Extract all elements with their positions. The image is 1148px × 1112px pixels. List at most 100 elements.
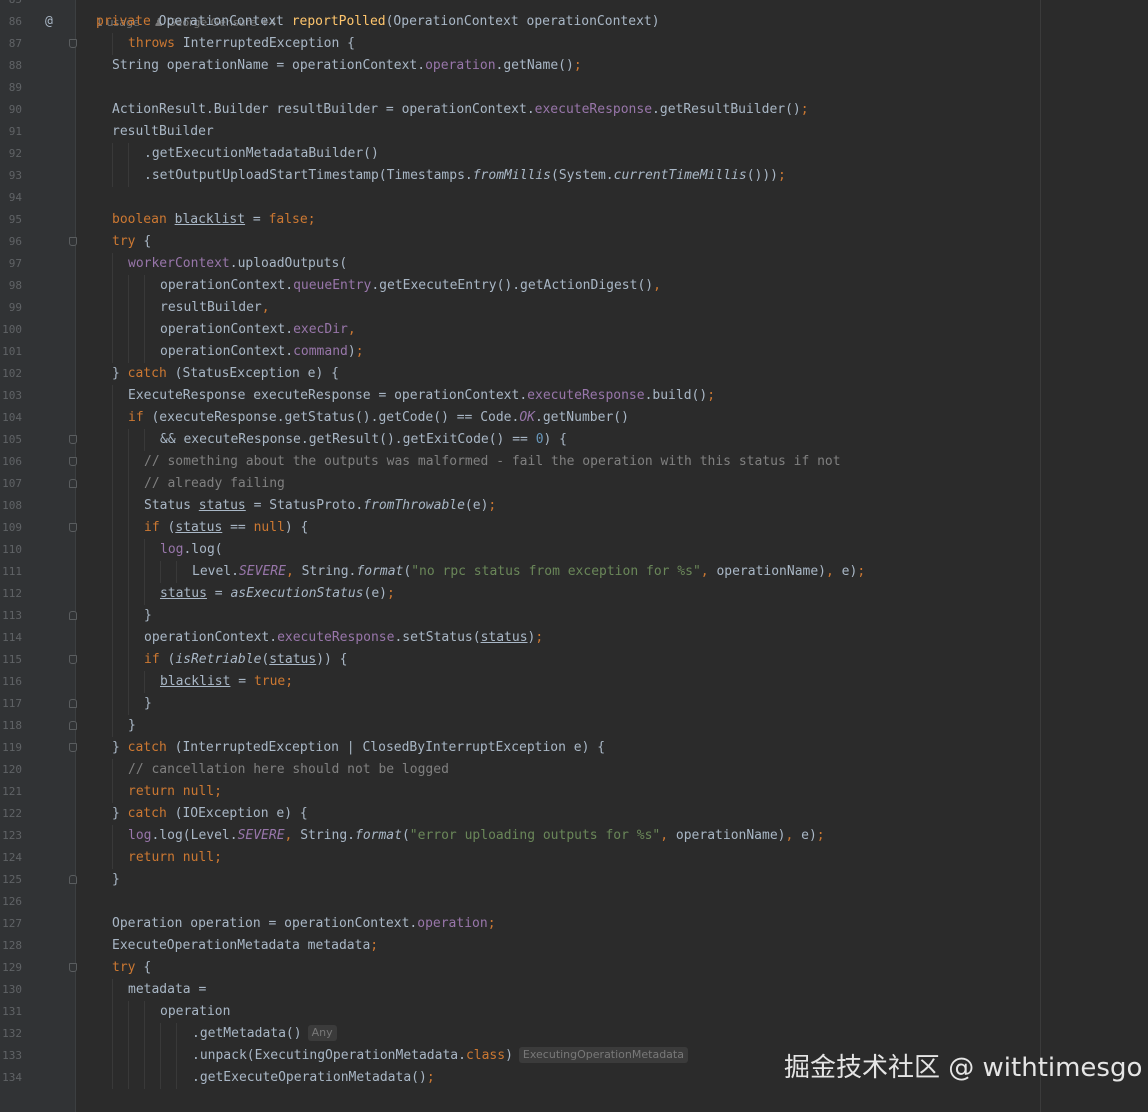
line-number[interactable]: 85 xyxy=(0,0,22,11)
line-number[interactable]: 109 xyxy=(0,517,22,539)
code-text[interactable]: operationContext.command); xyxy=(160,341,364,363)
line-number[interactable]: 120 xyxy=(0,759,22,781)
code-text[interactable]: && executeResponse.getResult().getExitCo… xyxy=(160,429,567,451)
code-text[interactable]: operationContext.executeResponse.setStat… xyxy=(144,627,543,649)
code-text[interactable]: if (executeResponse.getStatus().getCode(… xyxy=(128,407,629,429)
code-line[interactable]: 108 Status status = StatusProto.fromThrow… xyxy=(0,495,1148,517)
line-number[interactable]: 121 xyxy=(0,781,22,803)
code-editor[interactable]: 1 usage♟ George Gensure +4 8586@private … xyxy=(0,0,1148,1112)
code-line[interactable]: 119} catch (InterruptedException | Close… xyxy=(0,737,1148,759)
code-line[interactable]: 99 resultBuilder, xyxy=(0,297,1148,319)
code-text[interactable]: } xyxy=(128,715,136,737)
code-line[interactable]: 96 try { xyxy=(0,231,1148,253)
code-line[interactable]: 102} catch (StatusException e) { xyxy=(0,363,1148,385)
code-line[interactable]: 90 ActionResult.Builder resultBuilder = o… xyxy=(0,99,1148,121)
line-number[interactable]: 108 xyxy=(0,495,22,517)
code-text[interactable]: } xyxy=(144,693,152,715)
code-text[interactable]: String operationName = operationContext.… xyxy=(112,55,582,77)
code-text[interactable]: if (isRetriable(status)) { xyxy=(144,649,348,671)
fold-toggle-icon[interactable] xyxy=(69,875,77,884)
code-text[interactable]: .unpack(ExecutingOperationMetadata.class… xyxy=(192,1045,688,1067)
fold-toggle-icon[interactable] xyxy=(69,523,77,532)
override-marker-icon[interactable]: @ xyxy=(45,11,53,33)
code-line[interactable]: 127 Operation operation = operationContex… xyxy=(0,913,1148,935)
line-number[interactable]: 133 xyxy=(0,1045,22,1067)
code-text[interactable]: try { xyxy=(112,957,151,979)
fold-toggle-icon[interactable] xyxy=(69,743,77,752)
fold-toggle-icon[interactable] xyxy=(69,457,77,466)
line-number[interactable]: 128 xyxy=(0,935,22,957)
code-line[interactable]: 121 return null; xyxy=(0,781,1148,803)
code-line[interactable]: 115 if (isRetriable(status)) { xyxy=(0,649,1148,671)
code-text[interactable]: throws InterruptedException { xyxy=(128,33,355,55)
code-line[interactable]: 132 .getMetadata() Any xyxy=(0,1023,1148,1045)
line-number[interactable]: 96 xyxy=(0,231,22,253)
code-line[interactable]: 114 operationContext.executeResponse.setS… xyxy=(0,627,1148,649)
code-line[interactable]: 100 operationContext.execDir, xyxy=(0,319,1148,341)
line-number[interactable]: 115 xyxy=(0,649,22,671)
code-text[interactable]: blacklist = true; xyxy=(160,671,293,693)
fold-toggle-icon[interactable] xyxy=(69,39,77,48)
code-line[interactable]: 88 String operationName = operationContex… xyxy=(0,55,1148,77)
line-number[interactable]: 97 xyxy=(0,253,22,275)
line-number[interactable]: 98 xyxy=(0,275,22,297)
code-line[interactable]: 122} catch (IOException e) { xyxy=(0,803,1148,825)
line-number[interactable]: 106 xyxy=(0,451,22,473)
code-line[interactable]: 113} xyxy=(0,605,1148,627)
code-line[interactable]: 118} xyxy=(0,715,1148,737)
code-line[interactable]: 109 if (status == null) { xyxy=(0,517,1148,539)
fold-toggle-icon[interactable] xyxy=(69,237,77,246)
line-number[interactable]: 131 xyxy=(0,1001,22,1023)
code-text[interactable]: if (status == null) { xyxy=(144,517,308,539)
code-text[interactable]: log.log(Level.SEVERE, String.format("err… xyxy=(128,825,825,847)
fold-toggle-icon[interactable] xyxy=(69,435,77,444)
line-number[interactable]: 94 xyxy=(0,187,22,209)
code-line[interactable]: 107 // already failing xyxy=(0,473,1148,495)
line-number[interactable]: 132 xyxy=(0,1023,22,1045)
code-text[interactable]: .getExecuteOperationMetadata(); xyxy=(192,1067,435,1089)
code-line[interactable]: 125} xyxy=(0,869,1148,891)
line-number[interactable]: 110 xyxy=(0,539,22,561)
code-line[interactable]: 87 throws InterruptedException { xyxy=(0,33,1148,55)
code-line[interactable]: 130 metadata = xyxy=(0,979,1148,1001)
line-number[interactable]: 116 xyxy=(0,671,22,693)
code-line[interactable]: 95 boolean blacklist = false; xyxy=(0,209,1148,231)
line-number[interactable]: 86 xyxy=(0,11,22,33)
code-text[interactable]: } xyxy=(112,869,120,891)
code-text[interactable]: .setOutputUploadStartTimestamp(Timestamp… xyxy=(144,165,786,187)
line-number[interactable]: 111 xyxy=(0,561,22,583)
code-line[interactable]: 131 operation xyxy=(0,1001,1148,1023)
code-text[interactable]: resultBuilder xyxy=(112,121,214,143)
line-number[interactable]: 118 xyxy=(0,715,22,737)
line-number[interactable]: 92 xyxy=(0,143,22,165)
line-number[interactable]: 124 xyxy=(0,847,22,869)
line-number[interactable]: 102 xyxy=(0,363,22,385)
code-line[interactable]: 128 ExecuteOperationMetadata metadata; xyxy=(0,935,1148,957)
line-number[interactable]: 112 xyxy=(0,583,22,605)
line-number[interactable]: 101 xyxy=(0,341,22,363)
line-number[interactable]: 117 xyxy=(0,693,22,715)
code-text[interactable]: return null; xyxy=(128,847,222,869)
line-number[interactable]: 130 xyxy=(0,979,22,1001)
code-text[interactable]: resultBuilder, xyxy=(160,297,270,319)
fold-toggle-icon[interactable] xyxy=(69,479,77,488)
code-text[interactable]: ExecuteOperationMetadata metadata; xyxy=(112,935,378,957)
line-number[interactable]: 122 xyxy=(0,803,22,825)
code-line[interactable]: 126 xyxy=(0,891,1148,913)
code-line[interactable]: 89 xyxy=(0,77,1148,99)
line-number[interactable]: 123 xyxy=(0,825,22,847)
code-line[interactable]: 116 blacklist = true; xyxy=(0,671,1148,693)
code-line[interactable]: 86 @ private OperationContext reportPolled… xyxy=(0,11,1148,33)
code-line[interactable]: 91 resultBuilder xyxy=(0,121,1148,143)
code-line[interactable]: 117} xyxy=(0,693,1148,715)
line-number[interactable]: 107 xyxy=(0,473,22,495)
line-number[interactable]: 91 xyxy=(0,121,22,143)
line-number[interactable]: 89 xyxy=(0,77,22,99)
code-line[interactable]: 124 return null; xyxy=(0,847,1148,869)
code-text[interactable]: return null; xyxy=(128,781,222,803)
code-line[interactable]: 129 try { xyxy=(0,957,1148,979)
code-text[interactable]: // cancellation here should not be logge… xyxy=(128,759,449,781)
code-text[interactable]: metadata = xyxy=(128,979,206,1001)
code-text[interactable]: try { xyxy=(112,231,151,253)
line-number[interactable]: 134 xyxy=(0,1067,22,1089)
